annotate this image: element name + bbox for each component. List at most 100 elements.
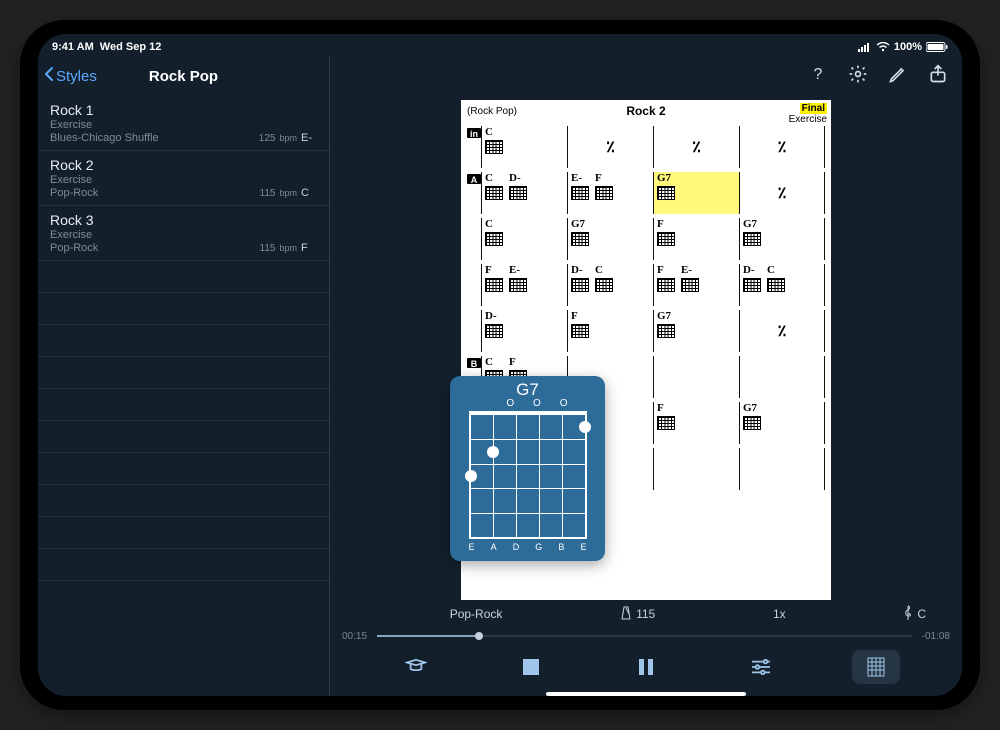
list-item[interactable]: Rock 2 Exercise Pop-Rock 115 bpm C xyxy=(38,151,329,206)
list-item[interactable] xyxy=(38,357,329,389)
chord-name: G7 xyxy=(657,173,671,184)
chord-cell[interactable]: ٪ xyxy=(567,126,653,168)
tempo-control[interactable]: 115 xyxy=(620,606,655,623)
chord-cell[interactable]: G7 xyxy=(739,402,825,444)
chord-cell[interactable]: D- xyxy=(481,310,567,352)
finger-dot xyxy=(487,446,499,458)
help-icon[interactable]: ? xyxy=(808,64,828,89)
edit-icon[interactable] xyxy=(888,64,908,89)
chord-name: C xyxy=(767,265,775,276)
section-marker xyxy=(467,218,481,220)
list-item-title: Rock 3 xyxy=(50,212,317,228)
chord-cell[interactable]: D-C xyxy=(739,264,825,306)
chord-cell[interactable]: D-C xyxy=(567,264,653,306)
list-item[interactable] xyxy=(38,485,329,517)
chord-cell[interactable]: ٪ xyxy=(653,126,739,168)
chord-diagram-icon xyxy=(571,278,589,292)
chord-diagram-icon xyxy=(681,278,699,292)
progress-slider[interactable] xyxy=(377,635,912,637)
chord-cell[interactable] xyxy=(653,356,739,398)
battery-icon xyxy=(926,42,948,52)
chord-name: F xyxy=(657,403,664,414)
home-indicator[interactable] xyxy=(546,692,746,696)
chart-line: inC٪٪٪ xyxy=(461,124,831,170)
chord-diagram-icon xyxy=(743,232,761,246)
chord-cell[interactable]: G7 xyxy=(653,172,739,214)
share-icon[interactable] xyxy=(928,64,948,89)
stop-button[interactable] xyxy=(507,658,555,676)
list-item-genre: Pop-Rock xyxy=(50,187,98,199)
svg-text:?: ? xyxy=(814,66,823,83)
chord-name: F xyxy=(571,311,578,322)
chord-cell[interactable]: FE- xyxy=(653,264,739,306)
chord-name: C xyxy=(485,219,493,230)
chord-cell[interactable]: G7 xyxy=(653,310,739,352)
sheet-area[interactable]: (Rock Pop) Rock 2 Final Exercise inC٪٪٪A… xyxy=(330,96,962,600)
chord-diagram-icon xyxy=(657,232,675,246)
chord-cell[interactable]: CD- xyxy=(481,172,567,214)
mixer-button[interactable] xyxy=(737,658,785,676)
chord-name: F xyxy=(485,265,492,276)
list-item[interactable] xyxy=(38,453,329,485)
pause-button[interactable] xyxy=(622,658,670,676)
transport-bar xyxy=(330,644,962,690)
chord-cell[interactable]: ٪ xyxy=(739,172,825,214)
chord-view-button[interactable] xyxy=(852,650,900,684)
chord-cell[interactable]: C xyxy=(481,218,567,260)
chord-cell[interactable]: G7 xyxy=(739,218,825,260)
player-style[interactable]: Pop-Rock xyxy=(450,607,503,621)
chord-diagram-icon xyxy=(743,416,761,430)
speed-control[interactable]: 1x xyxy=(773,607,786,621)
chord-name: C xyxy=(485,357,493,368)
sheet-tag-final: Final xyxy=(800,103,827,114)
list-item[interactable] xyxy=(38,517,329,549)
chord-diagram-icon xyxy=(485,232,503,246)
sidebar-header: Styles Rock Pop xyxy=(38,56,329,96)
sheet-header: (Rock Pop) Rock 2 Final Exercise xyxy=(461,100,831,124)
chord-cell[interactable] xyxy=(653,448,739,490)
status-time: 9:41 AM xyxy=(52,41,94,53)
chord-cell[interactable]: FE- xyxy=(481,264,567,306)
tempo-value: 115 xyxy=(636,607,655,621)
chord-cell[interactable] xyxy=(739,448,825,490)
list-item[interactable]: Rock 3 Exercise Pop-Rock 115 bpm F xyxy=(38,206,329,261)
chord-cell[interactable]: ٪ xyxy=(739,310,825,352)
sheet-tag-exercise: Exercise xyxy=(789,114,827,125)
chord-cell[interactable]: C xyxy=(481,126,567,168)
list-item[interactable] xyxy=(38,293,329,325)
chord-name: F xyxy=(595,173,602,184)
chord-cell[interactable]: F xyxy=(567,310,653,352)
chord-cell[interactable] xyxy=(739,356,825,398)
list-item-title: Rock 1 xyxy=(50,102,317,118)
repeat-sign: ٪ xyxy=(778,137,787,157)
chord-name: D- xyxy=(509,173,521,184)
list-item[interactable]: Rock 1 Exercise Blues-Chicago Shuffle 12… xyxy=(38,96,329,151)
progress-row: 00:15 -01:08 xyxy=(330,628,962,644)
chord-cell[interactable]: E-F xyxy=(567,172,653,214)
chord-cell[interactable]: F xyxy=(653,402,739,444)
topbar: ? xyxy=(330,56,962,96)
practice-mode-button[interactable] xyxy=(392,658,440,676)
time-remaining: -01:08 xyxy=(922,631,950,642)
list-item[interactable] xyxy=(38,389,329,421)
list-item[interactable] xyxy=(38,261,329,293)
status-date: Wed Sep 12 xyxy=(100,41,162,53)
key-control[interactable]: C xyxy=(903,605,926,624)
repeat-sign: ٪ xyxy=(778,183,787,203)
chevron-left-icon xyxy=(44,66,54,86)
chord-diagram-icon xyxy=(485,278,503,292)
wifi-icon xyxy=(876,42,890,52)
list-item[interactable] xyxy=(38,325,329,357)
chord-cell[interactable]: ٪ xyxy=(739,126,825,168)
chord-cell[interactable]: F xyxy=(653,218,739,260)
chord-cell[interactable]: G7 xyxy=(567,218,653,260)
main: ? (Rock Pop) xyxy=(330,56,962,696)
chord-popup[interactable]: G7 O O O xyxy=(450,376,605,561)
chord-diagram-icon xyxy=(571,186,589,200)
list-item-key: E- xyxy=(301,132,317,144)
back-button[interactable]: Styles xyxy=(44,66,97,86)
list-item[interactable] xyxy=(38,421,329,453)
list-item[interactable] xyxy=(38,549,329,581)
gear-icon[interactable] xyxy=(848,64,868,89)
style-list[interactable]: Rock 1 Exercise Blues-Chicago Shuffle 12… xyxy=(38,96,329,696)
